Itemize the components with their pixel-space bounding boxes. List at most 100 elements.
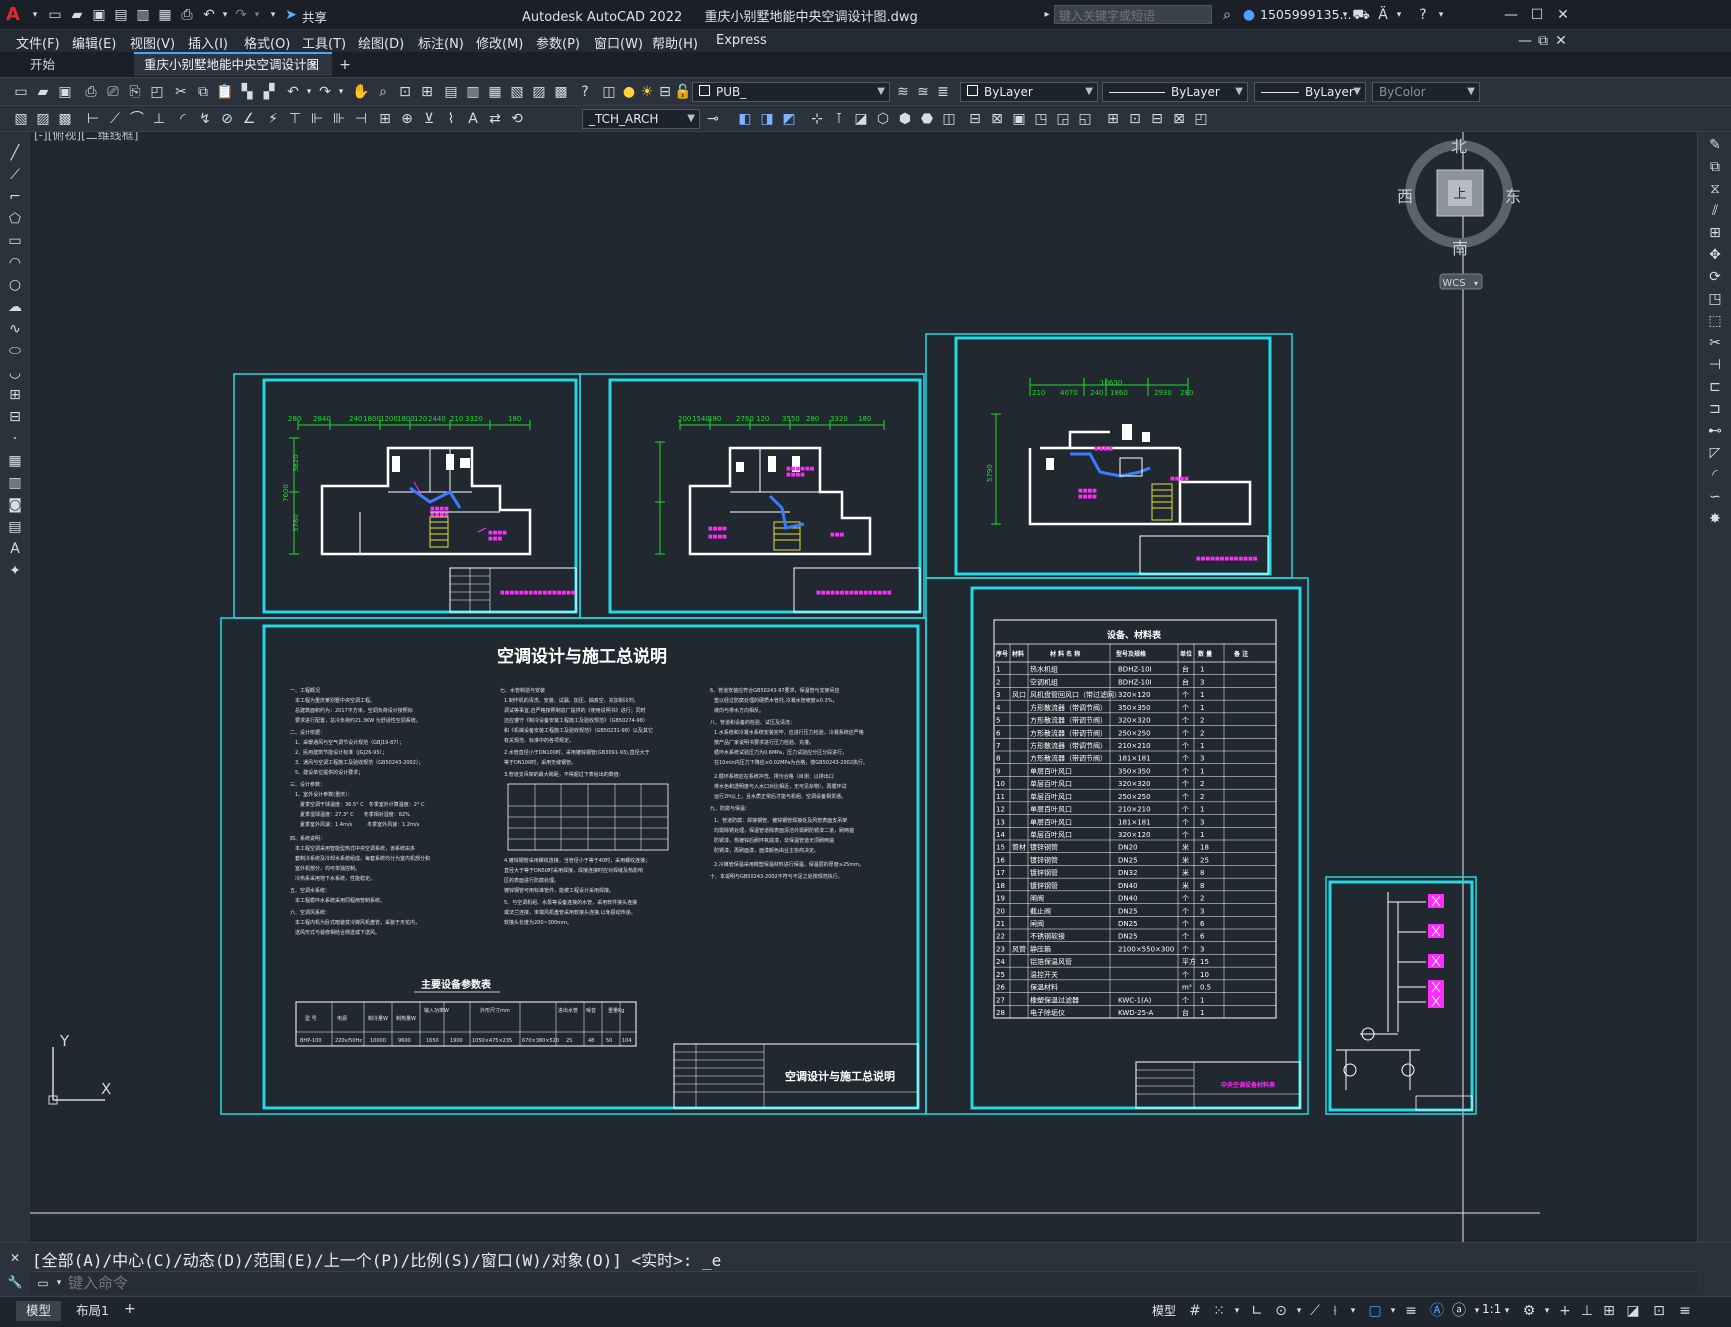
plot-icon[interactable]: ⎙ (178, 6, 196, 24)
menu-file[interactable]: 文件(F) (16, 33, 60, 52)
new-file-icon[interactable]: ▭ (46, 6, 64, 24)
spline-icon[interactable]: ∿ (6, 320, 24, 338)
tb2-3d-icon-15[interactable]: ◲ (1054, 110, 1072, 128)
help-dropdown-icon[interactable]: ▾ (1432, 6, 1450, 24)
snap-icon[interactable]: ⁙ (1210, 1302, 1228, 1320)
add-layout-button[interactable]: + (124, 1301, 136, 1317)
tab-layout1[interactable]: 布局1 (72, 1301, 113, 1321)
center-mark-icon[interactable]: ⊕ (398, 110, 416, 128)
tb-copy-icon[interactable]: ⧉ (194, 83, 212, 101)
circle-icon[interactable]: ○ (6, 276, 24, 294)
layer-previous-icon[interactable]: ≊ (914, 83, 932, 101)
search-icon[interactable]: ⌕ (1218, 6, 1236, 24)
tb-redo-dropdown-icon[interactable]: ▾ (332, 83, 350, 101)
model-space-button[interactable]: 模型 (1152, 1302, 1176, 1322)
blend-icon[interactable]: ∽ (1706, 488, 1724, 506)
tb2-3d-icon-1[interactable]: ◧ (736, 110, 754, 128)
ellipse-icon[interactable]: ⬭ (6, 342, 24, 360)
menu-insert[interactable]: 插入(I) (188, 33, 228, 52)
annotation-visibility-icon[interactable]: Ⓐ (1428, 1302, 1446, 1320)
dim-baseline-icon[interactable]: ⊤ (286, 110, 304, 128)
polar-icon[interactable]: ⊙ (1272, 1302, 1290, 1320)
units-icon[interactable]: ⊥ (1578, 1302, 1596, 1320)
make-current-layer-icon[interactable]: ≋ (894, 83, 912, 101)
dim-aligned-icon[interactable]: ⟋ (106, 110, 124, 128)
dim-edit-icon[interactable]: A (464, 110, 482, 128)
add-selected-icon[interactable]: ✦ (6, 562, 24, 580)
tb2-3d-icon-12[interactable]: ⊠ (988, 110, 1006, 128)
command-input-box[interactable]: ▭ ▾ (30, 1271, 1697, 1294)
copy-object-icon[interactable]: ⧉ (1706, 158, 1724, 176)
user-icon[interactable]: ● (1240, 6, 1258, 24)
tb-plot-icon[interactable]: ⎙ (82, 83, 100, 101)
fillet-icon[interactable]: ◜ (1706, 466, 1724, 484)
stretch-icon[interactable]: ⬚ (1706, 312, 1724, 330)
layer-viewport-icon[interactable]: ⊟ (656, 83, 674, 101)
polyline-icon[interactable]: ⌐ (6, 188, 24, 206)
viewcube[interactable]: 上 北 南 东 西 WCS ▾ (1397, 137, 1521, 290)
doc-restore-icon[interactable]: ⧉ (1534, 32, 1552, 50)
workspace-dropdown-icon[interactable]: ▾ (1538, 1302, 1556, 1320)
customize-qat-icon[interactable]: ▾ (264, 6, 282, 24)
workspace-gear-icon[interactable]: ⚙ (1520, 1302, 1538, 1320)
command-input[interactable] (66, 1273, 670, 1293)
tb2-3d-icon-14[interactable]: ◳ (1032, 110, 1050, 128)
dim-jogged-icon[interactable]: ↯ (196, 110, 214, 128)
close-icon[interactable]: ✕ (1554, 6, 1572, 24)
help-icon[interactable]: ? (1414, 6, 1432, 24)
tab-start[interactable]: 开始 (20, 54, 130, 76)
tb2-3d-icon-7[interactable]: ⬡ (874, 110, 892, 128)
join-icon[interactable]: ⊷ (1706, 422, 1724, 440)
dim-text-edit-icon[interactable]: ⇄ (486, 110, 504, 128)
tb-matchprop-icon[interactable]: ▚ (238, 83, 256, 101)
menu-help[interactable]: 帮助(H) (652, 33, 698, 52)
menu-parametric[interactable]: 参数(P) (536, 33, 580, 52)
object-snap-tracking-icon[interactable]: ⟊ (1326, 1302, 1344, 1320)
tab-drawing[interactable]: 重庆小别墅地能中央空调设计图* (134, 52, 332, 94)
dim-arc-icon[interactable]: ⌒ (128, 110, 146, 128)
dim-diameter-icon[interactable]: ⊘ (218, 110, 236, 128)
annotation-scale-icon[interactable]: ⓐ (1450, 1302, 1468, 1320)
table-icon[interactable]: ▤ (6, 518, 24, 536)
tb2-3d-icon-2[interactable]: ◨ (758, 110, 776, 128)
dimstyle-icon[interactable]: ⊸ (704, 110, 722, 128)
dim-break-icon[interactable]: ⊣ (352, 110, 370, 128)
insert-block-icon[interactable]: ⊞ (6, 386, 24, 404)
menu-tools[interactable]: 工具(T) (302, 33, 346, 52)
scale-dropdown-icon[interactable]: ▾ (1498, 1302, 1516, 1320)
tb-3ddwf-icon[interactable]: ◰ (148, 83, 166, 101)
drawing-canvas[interactable]: [-][俯视][二维线框] 上 北 南 东 西 WCS ▾ Y X 280 28… (30, 132, 1697, 1242)
tb-layer-props-icon[interactable]: ◫ (600, 83, 618, 101)
layer-states-icon[interactable]: ≣ (934, 83, 952, 101)
rotate-icon[interactable]: ⟳ (1706, 268, 1724, 286)
tb-properties-icon[interactable]: ▤ (442, 83, 460, 101)
dim-linear-icon[interactable]: ⊢ (84, 110, 102, 128)
tb-cut-icon[interactable]: ✂ (172, 83, 190, 101)
grid-icon[interactable]: # (1186, 1302, 1204, 1320)
tb2-3d-icon-17[interactable]: ⊞ (1104, 110, 1122, 128)
tb2-3d-icon-10[interactable]: ◫ (940, 110, 958, 128)
dim-angular-icon[interactable]: ∠ (240, 110, 258, 128)
hatch-icon[interactable]: ▦ (6, 452, 24, 470)
customize-statusbar-icon[interactable]: ≡ (1676, 1302, 1694, 1320)
menu-edit[interactable]: 编辑(E) (72, 33, 116, 52)
tb-save-icon[interactable]: ▣ (56, 83, 74, 101)
tb2-icon-1[interactable]: ▧ (12, 110, 30, 128)
tb2-3d-icon-20[interactable]: ⊠ (1170, 110, 1188, 128)
tb-design-center-icon[interactable]: ▥ (464, 83, 482, 101)
tab-close-icon[interactable]: ✕ (304, 56, 322, 74)
menu-express[interactable]: Express (716, 33, 767, 48)
app-menu-chevron-icon[interactable]: ▾ (26, 6, 44, 24)
dim-ordinate-icon[interactable]: ⊥ (150, 110, 168, 128)
tb2-icon-2[interactable]: ▨ (34, 110, 52, 128)
polygon-icon[interactable]: ⬠ (6, 210, 24, 228)
tb-new-icon[interactable]: ▭ (12, 83, 30, 101)
layer-lock-icon[interactable]: 🔓 (674, 83, 692, 101)
tb-paste-icon[interactable]: 📋 (216, 83, 234, 101)
ortho-icon[interactable]: ∟ (1248, 1302, 1266, 1320)
command-customize-icon[interactable]: 🔧 (6, 1273, 24, 1291)
explode-icon[interactable]: ✸ (1706, 510, 1724, 528)
offset-icon[interactable]: ⫽ (1706, 202, 1724, 220)
layer-bulb-icon[interactable]: ● (620, 83, 638, 101)
trim-icon[interactable]: ✂ (1706, 334, 1724, 352)
